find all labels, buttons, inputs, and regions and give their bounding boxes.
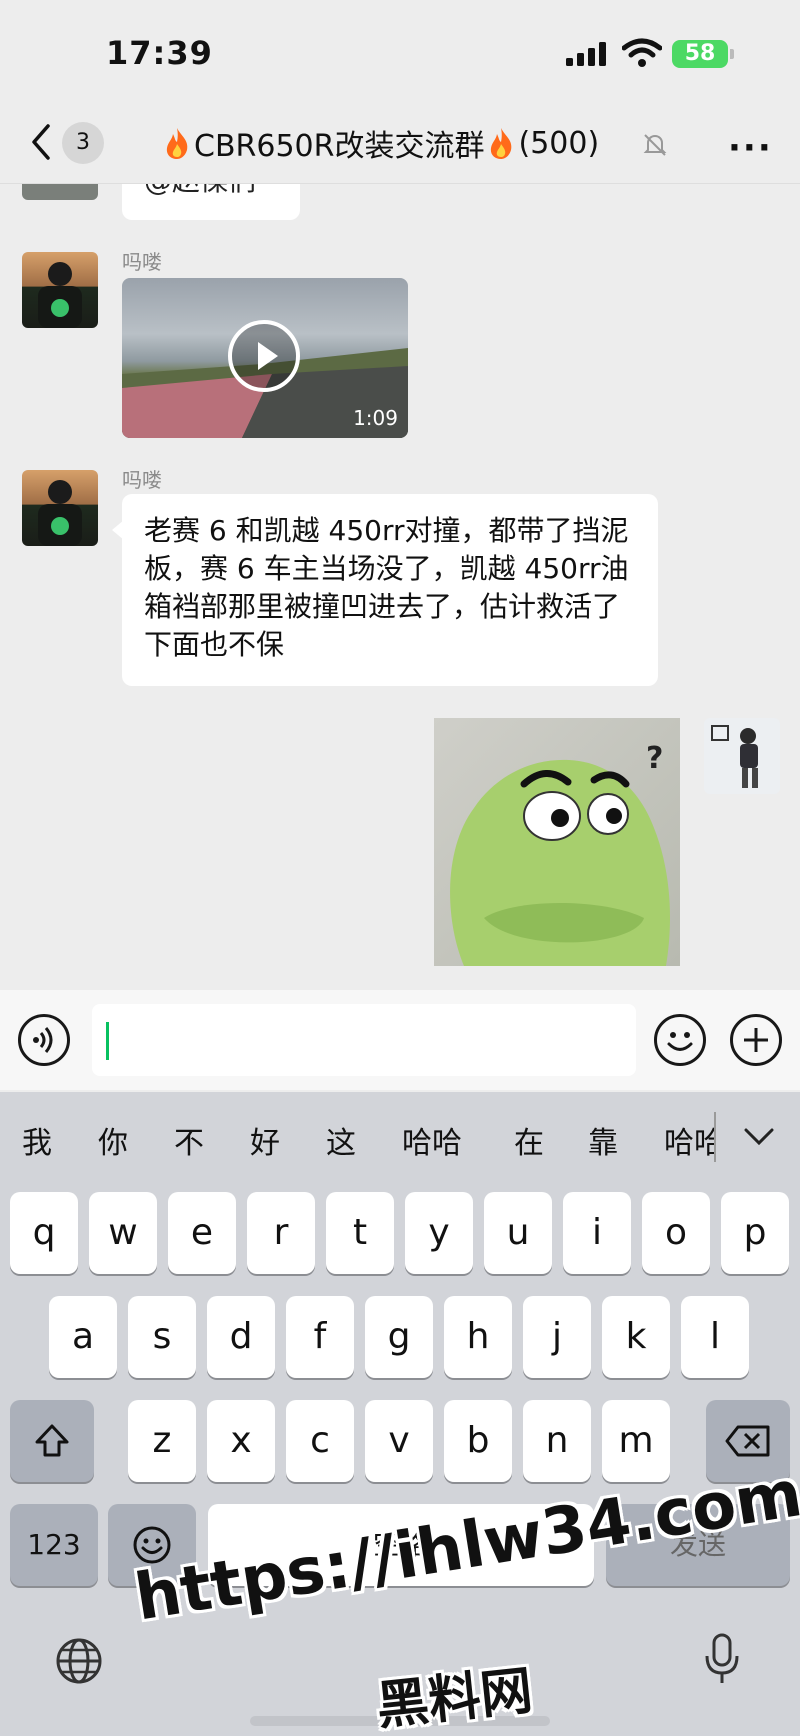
watermark-site-name: 黑料网 (373, 1660, 536, 1736)
key-l[interactable]: l (681, 1296, 749, 1378)
candidate-word[interactable]: 哈哈 (664, 1118, 716, 1162)
candidate-word[interactable]: 这 (326, 1118, 356, 1162)
key-r[interactable]: r (247, 1192, 315, 1274)
avatar[interactable] (22, 252, 98, 328)
text-caret (106, 1022, 109, 1060)
watermark-url: https://ihlw34.com (130, 1457, 800, 1636)
mute-bell-icon (643, 134, 667, 156)
shift-arrow-icon (35, 1424, 69, 1457)
key-h[interactable]: h (444, 1296, 512, 1378)
message-bubble-partial: @赵傈们 (122, 184, 300, 220)
status-bar: 17:39 58 (0, 0, 800, 104)
key-b[interactable]: b (444, 1400, 512, 1482)
candidate-word[interactable]: 靠 (588, 1118, 618, 1162)
microphone-icon[interactable] (702, 1632, 742, 1686)
cellular-signal-icon (566, 42, 606, 66)
candidate-bar: 我 你 不 好 这 哈哈 在 靠 哈哈 (0, 1092, 800, 1188)
frog-sticker-image: ? (450, 741, 670, 966)
fire-icon (166, 128, 188, 159)
sticker-message[interactable]: ? (434, 718, 680, 966)
key-o[interactable]: o (642, 1192, 710, 1274)
play-button[interactable] (228, 320, 300, 392)
sender-name: 吗喽 (122, 468, 162, 492)
emoji-face-icon (667, 1032, 693, 1051)
play-icon (258, 342, 278, 370)
battery-tip (730, 49, 734, 59)
input-bar (0, 990, 800, 1090)
back-chevron-icon[interactable] (26, 122, 56, 162)
key-z[interactable]: z (128, 1400, 196, 1482)
candidate-word[interactable]: 哈哈 (402, 1118, 462, 1162)
key-w[interactable]: w (89, 1192, 157, 1274)
key-g[interactable]: g (365, 1296, 433, 1378)
key-c[interactable]: c (286, 1400, 354, 1482)
emoji-button[interactable] (654, 1014, 706, 1066)
key-m[interactable]: m (602, 1400, 670, 1482)
more-functions-button[interactable] (730, 1014, 782, 1066)
key-d[interactable]: d (207, 1296, 275, 1378)
plus-icon (744, 1028, 768, 1052)
avatar-image (711, 725, 758, 788)
video-message[interactable]: 1:09 (122, 278, 408, 438)
chat-title-text: CBR650R改装交流群 (194, 129, 485, 164)
key-i[interactable]: i (563, 1192, 631, 1274)
key-j[interactable]: j (523, 1296, 591, 1378)
key-e[interactable]: e (168, 1192, 236, 1274)
keyboard: 我 你 不 好 这 哈哈 在 靠 哈哈 q w e r t y u i o p … (0, 1092, 800, 1736)
candidate-word[interactable]: 你 (98, 1118, 128, 1162)
chevron-down-icon[interactable] (742, 1126, 776, 1150)
svg-text:?: ? (646, 741, 663, 776)
chat-title[interactable]: CBR650R改装交流群 (500) (160, 120, 599, 166)
status-time: 17:39 (106, 34, 213, 72)
key-u[interactable]: u (484, 1192, 552, 1274)
globe-icon[interactable] (54, 1636, 104, 1686)
more-options-icon[interactable]: ··· (728, 128, 773, 168)
sender-name: 吗喽 (122, 250, 162, 274)
message-bubble[interactable]: 老赛 6 和凯越 450rr对撞，都带了挡泥板，赛 6 车主当场没了，凯越 45… (112, 494, 658, 686)
key-k[interactable]: k (602, 1296, 670, 1378)
message-input[interactable] (92, 1004, 636, 1076)
key-n[interactable]: n (523, 1400, 591, 1482)
candidate-word[interactable]: 好 (250, 1118, 280, 1162)
avatar[interactable] (22, 184, 98, 200)
key-a[interactable]: a (49, 1296, 117, 1378)
member-count: (500) (518, 125, 600, 161)
key-x[interactable]: x (207, 1400, 275, 1482)
key-y[interactable]: y (405, 1192, 473, 1274)
battery-indicator: 58 (672, 40, 728, 68)
backspace-icon (725, 1425, 770, 1457)
battery-level: 58 (684, 41, 716, 66)
partial-message-text: @赵傈们 (144, 184, 256, 200)
avatar-image (38, 262, 82, 328)
video-duration: 1:09 (353, 406, 398, 430)
numbers-key[interactable]: 123 (10, 1504, 98, 1586)
key-q[interactable]: q (10, 1192, 78, 1274)
avatar-self[interactable] (704, 718, 780, 794)
chat-header: 3 CBR650R改装交流群 (500) ··· (0, 104, 800, 184)
voice-input-button[interactable] (18, 1014, 70, 1066)
fire-icon (491, 128, 512, 159)
candidate-word[interactable]: 不 (174, 1118, 204, 1162)
key-p[interactable]: p (721, 1192, 789, 1274)
candidate-word[interactable]: 在 (514, 1118, 544, 1162)
candidate-word[interactable]: 我 (22, 1118, 52, 1162)
avatar[interactable] (22, 470, 98, 546)
unread-count-badge[interactable]: 3 (62, 122, 104, 164)
key-v[interactable]: v (365, 1400, 433, 1482)
voice-icon (33, 1027, 53, 1053)
key-s[interactable]: s (128, 1296, 196, 1378)
wifi-icon (622, 38, 662, 67)
key-t[interactable]: t (326, 1192, 394, 1274)
candidate-divider (714, 1112, 716, 1162)
key-f[interactable]: f (286, 1296, 354, 1378)
shift-key[interactable] (10, 1400, 94, 1482)
message-text: 老赛 6 和凯越 450rr对撞，都带了挡泥板，赛 6 车主当场没了，凯越 45… (144, 514, 629, 661)
avatar-image (38, 480, 82, 546)
